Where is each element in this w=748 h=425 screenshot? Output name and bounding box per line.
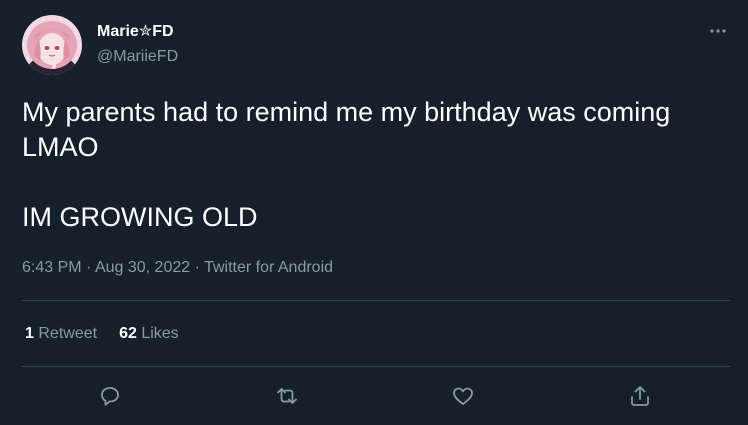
meta-separator: · <box>190 259 205 276</box>
like-button[interactable] <box>449 382 477 410</box>
divider <box>22 300 730 301</box>
retweets-label: Retweet <box>38 325 98 342</box>
share-button[interactable] <box>626 382 654 410</box>
tweet-text: My parents had to remind me my birthday … <box>22 97 671 232</box>
tweet-time[interactable]: 6:43 PM <box>22 259 82 276</box>
likes-stat[interactable]: 62 Likes <box>119 325 179 342</box>
tweet-card: Marie✮FD @MariieFD My parents had to rem… <box>0 0 748 425</box>
retweet-icon <box>277 388 297 404</box>
author-handle[interactable]: @MariieFD <box>97 47 178 67</box>
retweet-button[interactable] <box>273 382 301 410</box>
divider <box>22 366 730 367</box>
heart-icon <box>453 387 473 405</box>
avatar[interactable] <box>22 15 82 75</box>
author-display-name[interactable]: Marie✮FD <box>97 22 174 42</box>
retweets-stat[interactable]: 1 Retweet <box>25 325 97 342</box>
likes-label: Likes <box>141 325 179 342</box>
tweet-date[interactable]: Aug 30, 2022 <box>95 259 190 276</box>
tweet-source[interactable]: Twitter for Android <box>204 259 333 276</box>
reply-button[interactable] <box>96 382 124 410</box>
share-icon <box>631 386 649 406</box>
tweet-metadata: 6:43 PM · Aug 30, 2022 · Twitter for And… <box>22 258 333 278</box>
likes-count: 62 <box>119 325 137 342</box>
more-options-icon[interactable] <box>704 20 732 40</box>
retweets-count: 1 <box>25 325 34 342</box>
meta-separator: · <box>81 259 95 276</box>
engagement-stats: 1 Retweet 62 Likes <box>25 324 201 344</box>
reply-icon <box>101 387 119 406</box>
